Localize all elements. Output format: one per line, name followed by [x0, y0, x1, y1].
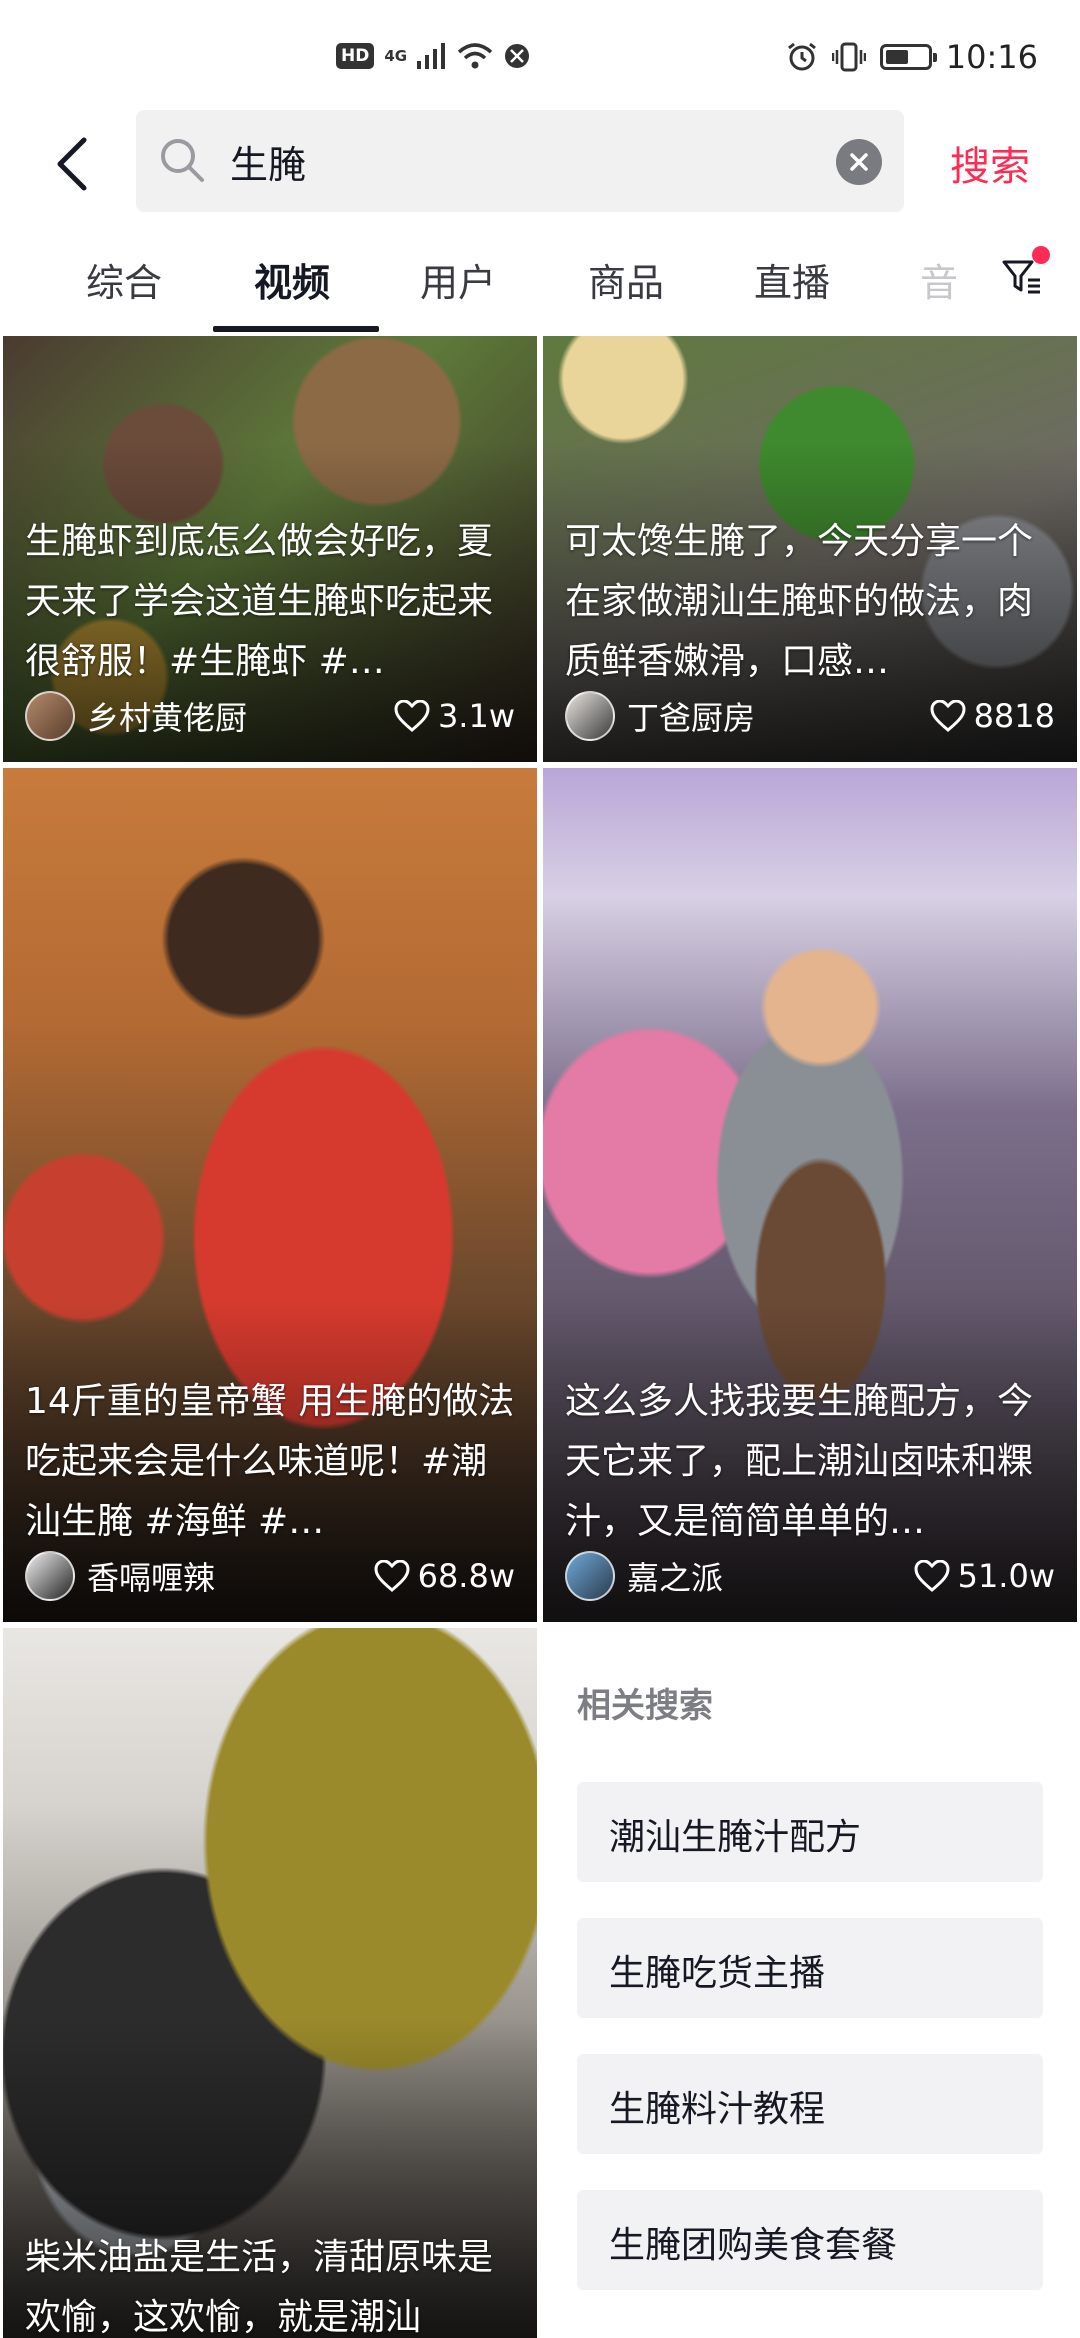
video-card[interactable]: 生腌虾到底怎么做会好吃，夏天来了学会这道生腌虾吃起来很舒服！#生腌虾 #… 乡村…	[3, 336, 537, 762]
clock: 10:16	[945, 38, 1038, 76]
tab-products[interactable]: 商品	[588, 252, 664, 307]
heart-icon	[930, 700, 966, 732]
status-left: HD 4G	[336, 42, 531, 70]
tab-live[interactable]: 直播	[754, 252, 830, 307]
like-count: 51.0w	[914, 1557, 1055, 1595]
avatar[interactable]	[25, 1551, 75, 1601]
like-value: 8818	[973, 697, 1055, 735]
video-card[interactable]: 14斤重的皇帝蟹 用生腌的做法 吃起来会是什么味道呢！#潮汕生腌 #海鲜 #… …	[3, 768, 537, 1622]
video-meta: 丁爸厨房 8818	[565, 688, 1055, 744]
tab-music[interactable]: 音	[920, 252, 958, 307]
related-item-label: 生腌团购美食套餐	[609, 2225, 898, 2266]
heart-icon	[914, 1560, 950, 1592]
like-value: 51.0w	[957, 1557, 1055, 1595]
status-bar: HD 4G 10:16	[0, 0, 1080, 110]
back-button[interactable]	[40, 132, 104, 196]
like-count: 3.1w	[394, 697, 515, 735]
video-caption: 可太馋生腌了，今天分享一个在家做潮汕生腌虾的做法，肉质鲜香嫩滑，口感…	[565, 521, 1034, 682]
like-count: 8818	[930, 697, 1055, 735]
filter-button[interactable]	[1000, 246, 1050, 298]
author-name[interactable]: 香嗝喱辣	[87, 1553, 374, 1599]
heart-icon	[394, 700, 430, 732]
wifi-icon	[457, 43, 493, 69]
author-name[interactable]: 丁爸厨房	[627, 693, 930, 739]
avatar[interactable]	[565, 1551, 615, 1601]
vibrate-icon	[831, 42, 866, 72]
close-icon	[850, 153, 868, 171]
clear-button[interactable]	[836, 139, 882, 185]
related-title: 相关搜索	[577, 1686, 713, 1726]
signal-icon	[417, 43, 446, 69]
video-caption: 柴米油盐是生活，清甜原味是欢愉，这欢愉，就是潮汕	[25, 2237, 494, 2338]
alarm-icon	[787, 42, 816, 71]
related-item[interactable]: 生腌吃货主播	[577, 1918, 1043, 2018]
related-searches: 相关搜索 潮汕生腌汁配方 生腌吃货主播 生腌料汁教程 生腌团购美食套餐	[543, 1628, 1080, 2338]
tab-users[interactable]: 用户	[420, 252, 496, 307]
video-meta: 嘉之派 51.0w	[565, 1548, 1055, 1604]
video-card[interactable]: 可太馋生腌了，今天分享一个在家做潮汕生腌虾的做法，肉质鲜香嫩滑，口感… 丁爸厨房…	[543, 336, 1077, 762]
related-item-label: 生腌吃货主播	[609, 1953, 826, 1994]
status-right: 10:16	[786, 38, 1038, 76]
avatar[interactable]	[25, 691, 75, 741]
video-meta: 香嗝喱辣 68.8w	[25, 1548, 515, 1604]
back-arrow-icon	[57, 137, 87, 191]
video-caption: 这么多人找我要生腌配方，今天它来了，配上潮汕卤味和粿汁，又是简简单单的…	[565, 1381, 1034, 1542]
avatar[interactable]	[565, 691, 615, 741]
network-type: 4G	[384, 46, 408, 65]
video-caption: 生腌虾到底怎么做会好吃，夏天来了学会这道生腌虾吃起来很舒服！#生腌虾 #…	[25, 521, 494, 682]
author-name[interactable]: 嘉之派	[627, 1553, 914, 1599]
related-item[interactable]: 生腌团购美食套餐	[577, 2190, 1043, 2290]
related-item-label: 生腌料汁教程	[609, 2089, 826, 2130]
active-tab-indicator	[213, 326, 379, 332]
heart-icon	[374, 1560, 410, 1592]
vpn-icon	[505, 44, 530, 68]
like-count: 68.8w	[374, 1557, 515, 1595]
search-icon	[161, 139, 204, 182]
hd-badge: HD	[336, 43, 375, 69]
search-button[interactable]: 搜索	[950, 134, 1030, 192]
related-item[interactable]: 生腌料汁教程	[577, 2054, 1043, 2154]
video-caption: 14斤重的皇帝蟹 用生腌的做法 吃起来会是什么味道呢！#潮汕生腌 #海鲜 #…	[25, 1381, 515, 1542]
result-tabs: 综合 视频 用户 商品 直播 音	[0, 230, 1080, 334]
related-item-label: 潮汕生腌汁配方	[609, 1817, 862, 1858]
related-item[interactable]: 潮汕生腌汁配方	[577, 1782, 1043, 1882]
like-value: 3.1w	[437, 697, 515, 735]
author-name[interactable]: 乡村黄佬厨	[87, 693, 394, 739]
search-input[interactable]: 生腌	[136, 110, 904, 212]
tab-comprehensive[interactable]: 综合	[86, 252, 162, 307]
video-card[interactable]: 这么多人找我要生腌配方，今天它来了，配上潮汕卤味和粿汁，又是简简单单的… 嘉之派…	[543, 768, 1077, 1622]
video-meta: 乡村黄佬厨 3.1w	[25, 688, 515, 744]
search-query: 生腌	[230, 143, 307, 187]
battery-icon	[879, 44, 937, 70]
tab-videos[interactable]: 视频	[254, 252, 330, 307]
like-value: 68.8w	[417, 1557, 515, 1595]
filter-badge	[1032, 246, 1050, 264]
search-header: 生腌 搜索	[0, 110, 1080, 218]
video-card[interactable]: 柴米油盐是生活，清甜原味是欢愉，这欢愉，就是潮汕	[3, 1628, 537, 2338]
